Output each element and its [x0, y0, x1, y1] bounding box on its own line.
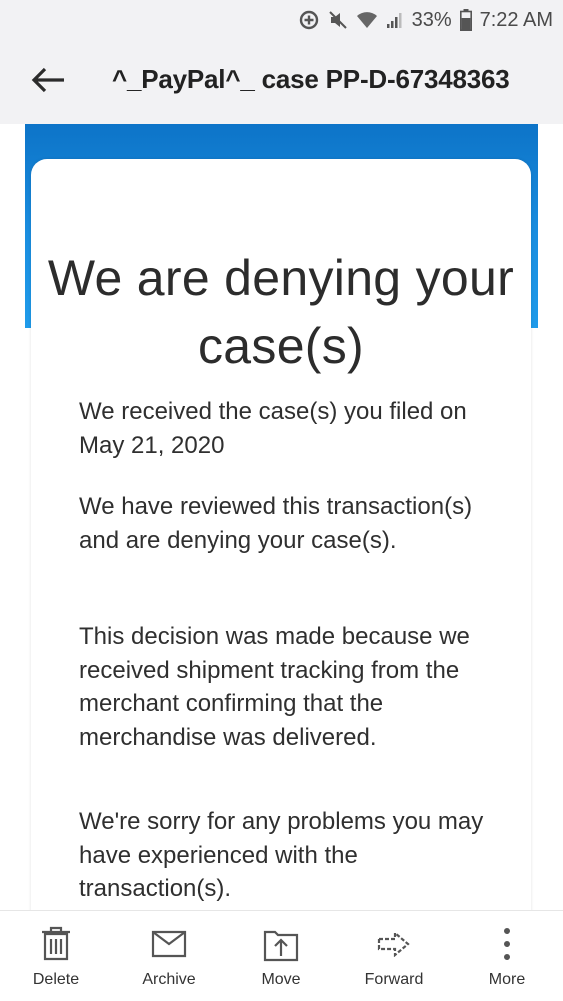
- data-saver-icon: [298, 9, 320, 31]
- back-arrow-icon: [30, 66, 66, 99]
- message-title: We are denying your case(s): [47, 250, 515, 374]
- signal-icon: [386, 11, 404, 29]
- move-button[interactable]: Move: [231, 911, 331, 1001]
- wifi-icon: [356, 11, 378, 29]
- clock: 7:22 AM: [479, 8, 553, 31]
- trash-icon: [36, 925, 76, 963]
- delete-button[interactable]: Delete: [6, 911, 106, 1001]
- email-header: ^_PayPal^_ case PP-D-67348363: [0, 40, 563, 124]
- action-bar: Delete Archive Move Forward More: [0, 910, 563, 1001]
- status-icons: 33% 7:22 AM: [298, 6, 553, 34]
- archive-label: Archive: [142, 971, 196, 988]
- message-card: We are denying your case(s) We received …: [31, 159, 531, 910]
- more-label: More: [488, 971, 526, 988]
- back-button[interactable]: [26, 60, 70, 104]
- forward-label: Forward: [364, 971, 424, 988]
- forward-arrow-icon: [374, 925, 414, 963]
- battery-percent: 33%: [411, 8, 452, 31]
- paragraph-reviewed: We have reviewed this transaction(s) and…: [79, 493, 473, 554]
- paragraph-received: We received the case(s) you filed on May…: [79, 398, 467, 459]
- battery-icon: [459, 9, 472, 31]
- mute-icon: [328, 10, 348, 30]
- archive-icon: [149, 925, 189, 963]
- paragraph-apology: We're sorry for any problems you may hav…: [79, 808, 484, 902]
- email-body[interactable]: We are denying your case(s) We received …: [0, 124, 563, 910]
- archive-button[interactable]: Archive: [119, 911, 219, 1001]
- move-icon: [261, 925, 301, 963]
- forward-button[interactable]: Forward: [344, 911, 444, 1001]
- more-button[interactable]: More: [457, 911, 557, 1001]
- move-label: Move: [261, 971, 301, 988]
- status-bar: 33% 7:22 AM: [0, 0, 563, 40]
- paragraph-reason: This decision was made because we receiv…: [79, 623, 470, 751]
- more-vertical-icon: [487, 925, 527, 963]
- email-subject: ^_PayPal^_ case PP-D-67348363: [112, 64, 510, 94]
- delete-label: Delete: [32, 971, 80, 988]
